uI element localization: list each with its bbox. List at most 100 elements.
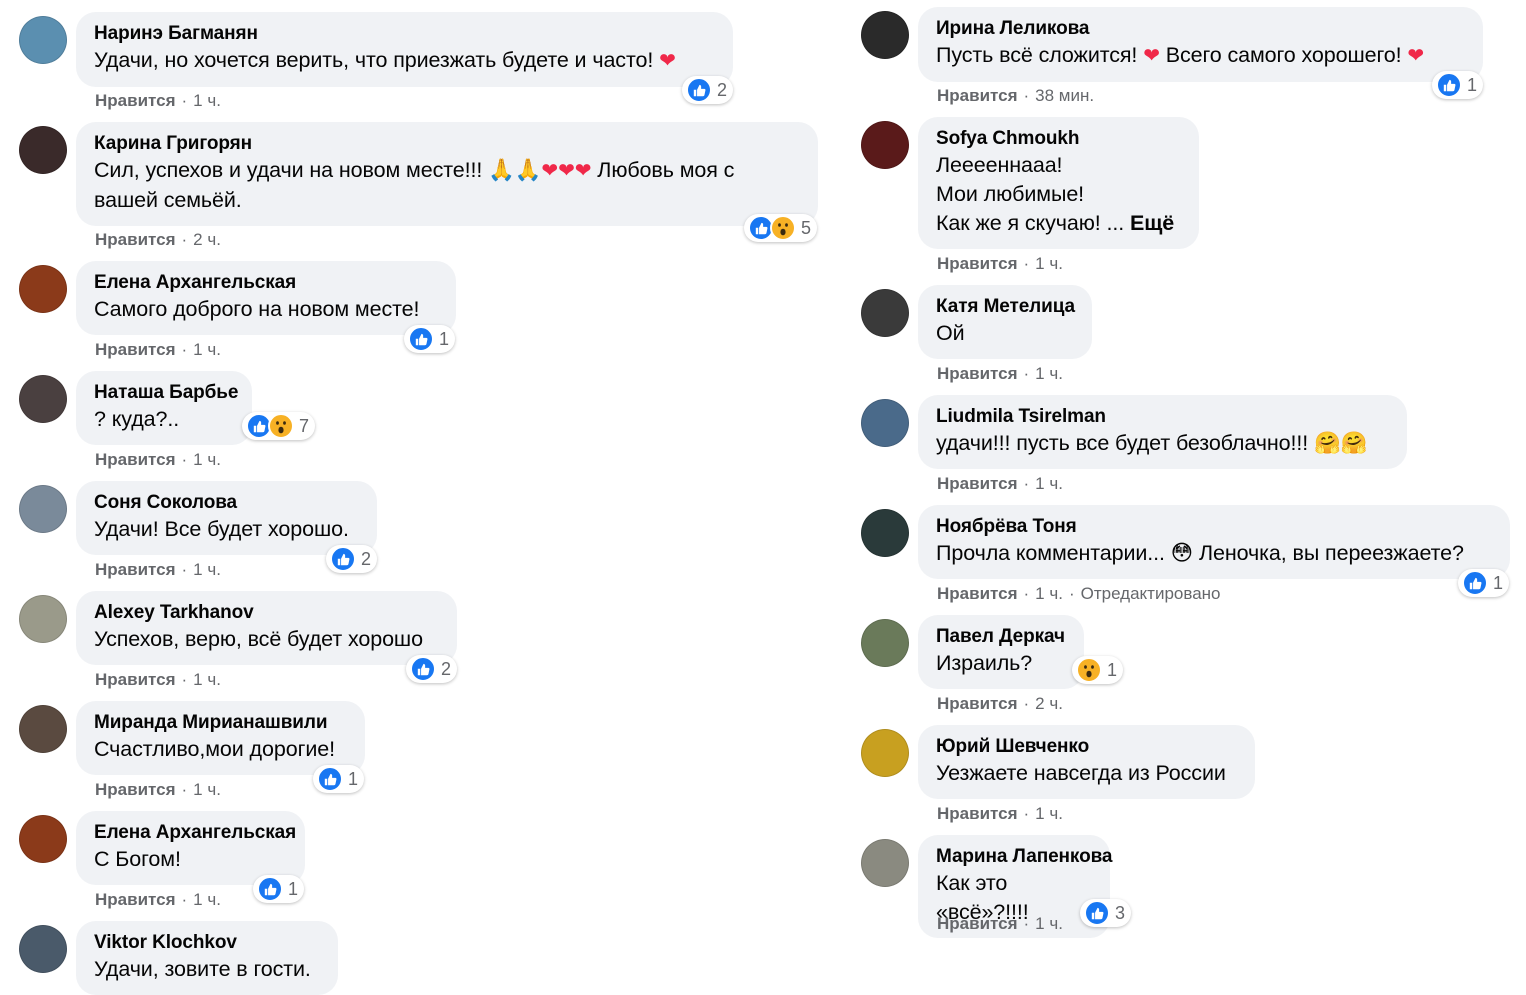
comment-author[interactable]: Карина Григорян — [94, 132, 800, 156]
avatar[interactable] — [861, 289, 909, 337]
separator-dot: · — [1023, 804, 1030, 823]
comment-timestamp[interactable]: 1 ч. — [1035, 254, 1063, 273]
like-button[interactable]: Нравится — [95, 340, 176, 359]
comment-text: Самого доброго на новом месте! — [94, 297, 420, 321]
avatar[interactable] — [861, 839, 909, 887]
separator-dot: · — [1023, 694, 1030, 713]
comment-author[interactable]: Sofya Chmoukh — [936, 127, 1181, 151]
avatar[interactable] — [19, 595, 67, 643]
like-button[interactable]: Нравится — [95, 450, 176, 469]
like-button[interactable]: Нравится — [95, 780, 176, 799]
wow-icon — [770, 215, 796, 241]
reactions-badge[interactable]: 1 — [253, 875, 305, 903]
like-button[interactable]: Нравится — [937, 584, 1018, 603]
comment-author[interactable]: Марина Лапенкова — [936, 845, 1112, 869]
comment-timestamp[interactable]: 1 ч. — [193, 670, 221, 689]
comment-timestamp[interactable]: 1 ч. — [193, 560, 221, 579]
comment-timestamp[interactable]: 1 ч. — [1035, 364, 1063, 383]
like-button[interactable]: Нравится — [937, 86, 1018, 105]
like-button[interactable]: Нравится — [95, 91, 176, 110]
comment-timestamp[interactable]: 1 ч. — [1035, 474, 1063, 493]
comment-author[interactable]: Елена Архангельская — [94, 271, 438, 295]
reactions-badge[interactable]: 1 — [1432, 71, 1484, 99]
avatar[interactable] — [861, 121, 909, 169]
reactions-badge[interactable]: 2 — [682, 76, 734, 104]
reactions-badge[interactable]: 2 — [326, 545, 378, 573]
reactions-badge[interactable]: 1 — [1072, 656, 1124, 684]
comment-timestamp[interactable]: 2 ч. — [1035, 694, 1063, 713]
like-button[interactable]: Нравится — [937, 694, 1018, 713]
reactions-badge[interactable]: 1 — [1458, 569, 1510, 597]
comment-timestamp[interactable]: 1 ч. — [1035, 914, 1063, 933]
comment-author[interactable]: Наринэ Багманян — [94, 22, 715, 46]
like-button[interactable]: Нравится — [95, 670, 176, 689]
comment-timestamp[interactable]: 2 ч. — [193, 230, 221, 249]
comment-author[interactable]: Liudmila Tsirelman — [936, 405, 1389, 429]
like-icon — [1084, 900, 1110, 926]
avatar[interactable] — [19, 126, 67, 174]
comment-text: Успехов, верю, всё будет хорошо — [94, 627, 423, 651]
like-button[interactable]: Нравится — [95, 230, 176, 249]
reactions-badge[interactable]: 1 — [313, 765, 365, 793]
like-button[interactable]: Нравится — [937, 254, 1018, 273]
avatar[interactable] — [861, 11, 909, 59]
comment-actions: Нравится · 1 ч. — [95, 340, 221, 360]
edited-label[interactable]: Отредактировано — [1081, 584, 1221, 603]
comment-timestamp[interactable]: 1 ч. — [193, 91, 221, 110]
comment-timestamp[interactable]: 1 ч. — [193, 450, 221, 469]
comment-timestamp[interactable]: 38 мин. — [1035, 86, 1094, 105]
reactions-badge[interactable]: 7 — [242, 412, 316, 440]
comment-actions: Нравится · 2 ч. — [937, 694, 1063, 714]
avatar[interactable] — [861, 619, 909, 667]
comment-author[interactable]: Соня Соколова — [94, 491, 359, 515]
avatar[interactable] — [19, 815, 67, 863]
comment-author[interactable]: Ирина Леликова — [936, 17, 1465, 41]
like-button[interactable]: Нравится — [937, 364, 1018, 383]
comment-timestamp[interactable]: 1 ч. — [193, 890, 221, 909]
comment-timestamp[interactable]: 1 ч. — [193, 780, 221, 799]
comment-timestamp[interactable]: 1 ч. — [1035, 804, 1063, 823]
see-more-link[interactable]: Ещё — [1130, 211, 1174, 235]
comment-author[interactable]: Юрий Шевченко — [936, 735, 1237, 759]
like-button[interactable]: Нравится — [937, 804, 1018, 823]
avatar[interactable] — [19, 375, 67, 423]
avatar[interactable] — [861, 509, 909, 557]
comment-text: Удачи, но хочется верить, что приезжать … — [94, 48, 676, 72]
comment-bubble: Liudmila Tsirelman удачи!!! пусть все буд… — [918, 395, 1407, 469]
reactions-badge[interactable]: 2 — [406, 655, 458, 683]
comment-actions: Нравится · 1 ч. — [937, 804, 1063, 824]
reactions-badge[interactable]: 1 — [404, 325, 456, 353]
avatar[interactable] — [19, 485, 67, 533]
comment-author[interactable]: Alexey Tarkhanov — [94, 601, 439, 625]
comment-author[interactable]: Ноябрёва Тоня — [936, 515, 1492, 539]
reaction-count: 2 — [361, 548, 372, 569]
avatar[interactable] — [19, 265, 67, 313]
comment-actions: Нравится · 1 ч. — [95, 91, 221, 111]
reactions-badge[interactable]: 3 — [1080, 899, 1132, 927]
comment-author[interactable]: Viktor Klochkov — [94, 931, 320, 955]
comment-bubble: Ноябрёва Тоня Прочла комментарии... 😳 Лен… — [918, 505, 1510, 579]
avatar[interactable] — [19, 925, 67, 973]
comment-author[interactable]: Наташа Барбье — [94, 381, 238, 405]
avatar[interactable] — [19, 16, 67, 64]
wow-icon — [1076, 657, 1102, 683]
comment-text: Прочла комментарии... 😳 Леночка, вы пере… — [936, 541, 1464, 565]
avatar[interactable] — [19, 705, 67, 753]
comment-author[interactable]: Павел Деркач — [936, 625, 1066, 649]
comment-text: Лееееннааа! Мои любимые! Как же я скучаю… — [936, 153, 1175, 235]
comment-author[interactable]: Миранда Мирианашвили — [94, 711, 347, 735]
like-button[interactable]: Нравится — [95, 890, 176, 909]
like-button[interactable]: Нравится — [937, 474, 1018, 493]
avatar[interactable] — [861, 729, 909, 777]
comment-author[interactable]: Катя Метелица — [936, 295, 1075, 319]
comment-author[interactable]: Елена Архангельская — [94, 821, 296, 845]
like-button[interactable]: Нравится — [95, 560, 176, 579]
comment-timestamp[interactable]: 1 ч. — [1035, 584, 1063, 603]
like-button[interactable]: Нравится — [937, 914, 1018, 933]
reactions-badge[interactable]: 5 — [744, 214, 818, 242]
comment-bubble: Соня Соколова Удачи! Все будет хорошо. — [76, 481, 377, 555]
comment-bubble: Миранда Мирианашвили Счастливо,мои дороги… — [76, 701, 365, 775]
comment-actions: Нравится · 1 ч. — [937, 364, 1063, 384]
comment-timestamp[interactable]: 1 ч. — [193, 340, 221, 359]
avatar[interactable] — [861, 399, 909, 447]
